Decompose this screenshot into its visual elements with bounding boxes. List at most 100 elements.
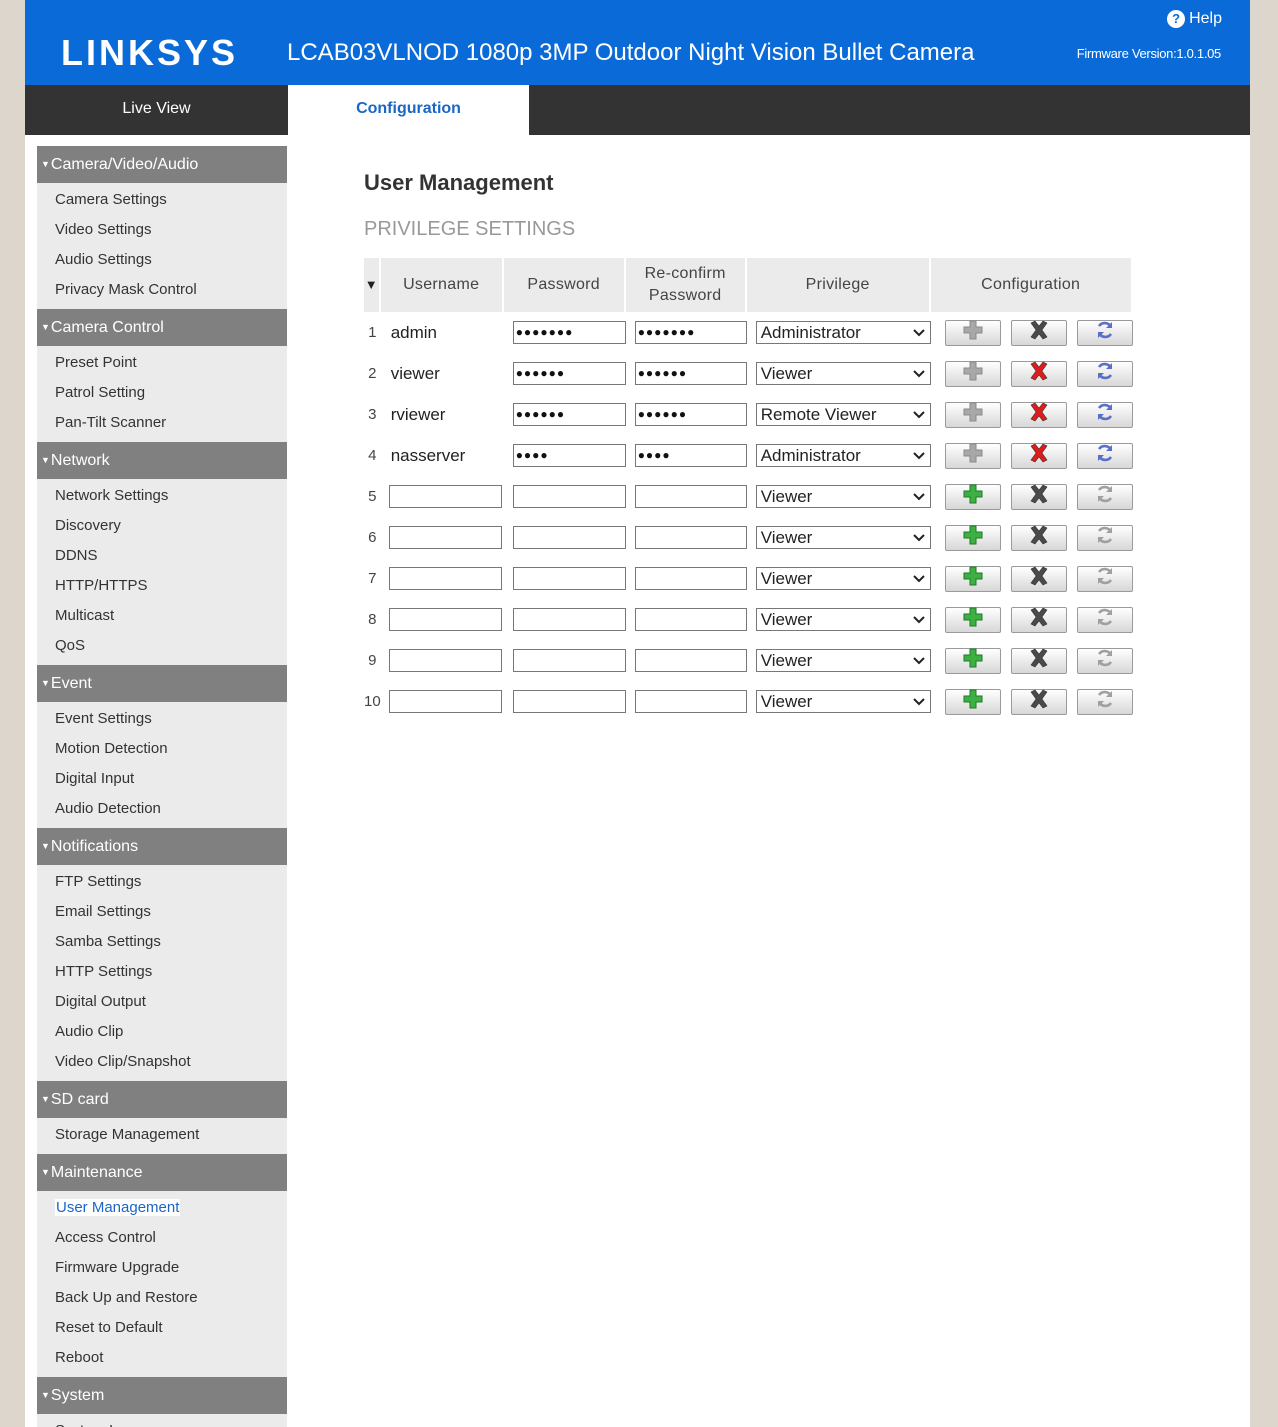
delete-user-button[interactable]: [1010, 442, 1067, 469]
reconfirm-password-input[interactable]: [634, 485, 747, 508]
add-user-button[interactable]: [944, 442, 1001, 469]
help-link[interactable]: ? Help: [1167, 9, 1222, 29]
privilege-select[interactable]: Viewer: [755, 362, 931, 385]
reconfirm-password-input[interactable]: ●●●●: [634, 444, 747, 467]
privilege-select[interactable]: Viewer: [755, 567, 931, 590]
sidebar-item[interactable]: DDNS: [37, 541, 287, 571]
update-user-button[interactable]: [1076, 360, 1133, 387]
privilege-select[interactable]: Administrator: [755, 321, 931, 344]
sidebar-item[interactable]: QoS: [37, 631, 287, 661]
delete-user-button[interactable]: [1010, 524, 1067, 551]
username-input[interactable]: [388, 649, 502, 672]
update-user-button[interactable]: [1076, 606, 1133, 633]
sidebar-item[interactable]: Multicast: [37, 601, 287, 631]
sidebar-item[interactable]: Network Settings: [37, 481, 287, 511]
password-input[interactable]: [512, 526, 626, 549]
delete-user-button[interactable]: [1010, 688, 1067, 715]
add-user-button[interactable]: [944, 319, 1001, 346]
password-input[interactable]: [512, 567, 626, 590]
password-input[interactable]: [512, 649, 626, 672]
update-user-button[interactable]: [1076, 688, 1133, 715]
sidebar-item[interactable]: Storage Management: [37, 1120, 287, 1150]
privilege-select[interactable]: Viewer: [755, 485, 931, 508]
sidebar-section-header[interactable]: ▼System: [37, 1377, 287, 1414]
password-input[interactable]: ●●●●●●●: [512, 321, 626, 344]
sidebar-item[interactable]: Audio Detection: [37, 794, 287, 824]
sidebar-section-header[interactable]: ▼Event: [37, 665, 287, 702]
tab-live-view[interactable]: Live View: [25, 85, 288, 135]
sidebar-item[interactable]: Pan-Tilt Scanner: [37, 408, 287, 438]
reconfirm-password-input[interactable]: [634, 608, 747, 631]
password-input[interactable]: ●●●●: [512, 444, 626, 467]
sidebar-item[interactable]: Video Settings: [37, 215, 287, 245]
sidebar-item[interactable]: HTTP Settings: [37, 957, 287, 987]
password-input[interactable]: ●●●●●●: [512, 403, 626, 426]
update-user-button[interactable]: [1076, 524, 1133, 551]
update-user-button[interactable]: [1076, 483, 1133, 510]
add-user-button[interactable]: [944, 647, 1001, 674]
privilege-select[interactable]: Remote Viewer: [755, 403, 931, 426]
delete-user-button[interactable]: [1010, 401, 1067, 428]
add-user-button[interactable]: [944, 483, 1001, 510]
add-user-button[interactable]: [944, 565, 1001, 592]
privilege-select[interactable]: Viewer: [755, 649, 931, 672]
sidebar-item[interactable]: Samba Settings: [37, 927, 287, 957]
add-user-button[interactable]: [944, 688, 1001, 715]
username-input[interactable]: [388, 608, 502, 631]
sidebar-item[interactable]: Firmware Upgrade: [37, 1253, 287, 1283]
sidebar-item[interactable]: Email Settings: [37, 897, 287, 927]
sidebar-item[interactable]: System Log: [37, 1416, 287, 1427]
reconfirm-password-input[interactable]: [634, 649, 747, 672]
update-user-button[interactable]: [1076, 647, 1133, 674]
sidebar-item[interactable]: Audio Clip: [37, 1017, 287, 1047]
sidebar-item[interactable]: Reboot: [37, 1343, 287, 1373]
sidebar-item[interactable]: Event Settings: [37, 704, 287, 734]
tab-configuration[interactable]: Configuration: [288, 85, 529, 135]
privilege-select[interactable]: Viewer: [755, 690, 931, 713]
delete-user-button[interactable]: [1010, 483, 1067, 510]
username-input[interactable]: [388, 526, 502, 549]
update-user-button[interactable]: [1076, 565, 1133, 592]
sidebar-item[interactable]: Camera Settings: [37, 185, 287, 215]
add-user-button[interactable]: [944, 606, 1001, 633]
sort-toggle[interactable]: ▼: [364, 258, 381, 312]
reconfirm-password-input[interactable]: ●●●●●●●: [634, 321, 747, 344]
password-input[interactable]: [512, 690, 626, 713]
username-input[interactable]: [388, 567, 502, 590]
delete-user-button[interactable]: [1010, 319, 1067, 346]
sidebar-section-header[interactable]: ▼Notifications: [37, 828, 287, 865]
sidebar-section-header[interactable]: ▼Network: [37, 442, 287, 479]
sidebar-item[interactable]: Privacy Mask Control: [37, 275, 287, 305]
sidebar-item[interactable]: Video Clip/Snapshot: [37, 1047, 287, 1077]
sidebar-item[interactable]: Motion Detection: [37, 734, 287, 764]
sidebar-item[interactable]: HTTP/HTTPS: [37, 571, 287, 601]
privilege-select[interactable]: Administrator: [755, 444, 931, 467]
delete-user-button[interactable]: [1010, 647, 1067, 674]
sidebar-item[interactable]: Reset to Default: [37, 1313, 287, 1343]
add-user-button[interactable]: [944, 524, 1001, 551]
sidebar-section-header[interactable]: ▼Maintenance: [37, 1154, 287, 1191]
reconfirm-password-input[interactable]: ●●●●●●: [634, 362, 747, 385]
add-user-button[interactable]: [944, 360, 1001, 387]
privilege-select[interactable]: Viewer: [755, 608, 931, 631]
password-input[interactable]: [512, 485, 626, 508]
reconfirm-password-input[interactable]: [634, 567, 747, 590]
reconfirm-password-input[interactable]: [634, 690, 747, 713]
sidebar-item[interactable]: Preset Point: [37, 348, 287, 378]
sidebar-item[interactable]: User Management: [37, 1193, 287, 1223]
sidebar-item[interactable]: Audio Settings: [37, 245, 287, 275]
delete-user-button[interactable]: [1010, 565, 1067, 592]
sidebar-item[interactable]: Access Control: [37, 1223, 287, 1253]
sidebar-item[interactable]: Digital Output: [37, 987, 287, 1017]
username-input[interactable]: [388, 690, 502, 713]
reconfirm-password-input[interactable]: [634, 526, 747, 549]
update-user-button[interactable]: [1076, 319, 1133, 346]
reconfirm-password-input[interactable]: ●●●●●●: [634, 403, 747, 426]
sidebar-section-header[interactable]: ▼Camera/Video/Audio: [37, 146, 287, 183]
update-user-button[interactable]: [1076, 442, 1133, 469]
sidebar-item[interactable]: Back Up and Restore: [37, 1283, 287, 1313]
sidebar-section-header[interactable]: ▼SD card: [37, 1081, 287, 1118]
sidebar-item[interactable]: Digital Input: [37, 764, 287, 794]
sidebar-item[interactable]: FTP Settings: [37, 867, 287, 897]
password-input[interactable]: [512, 608, 626, 631]
